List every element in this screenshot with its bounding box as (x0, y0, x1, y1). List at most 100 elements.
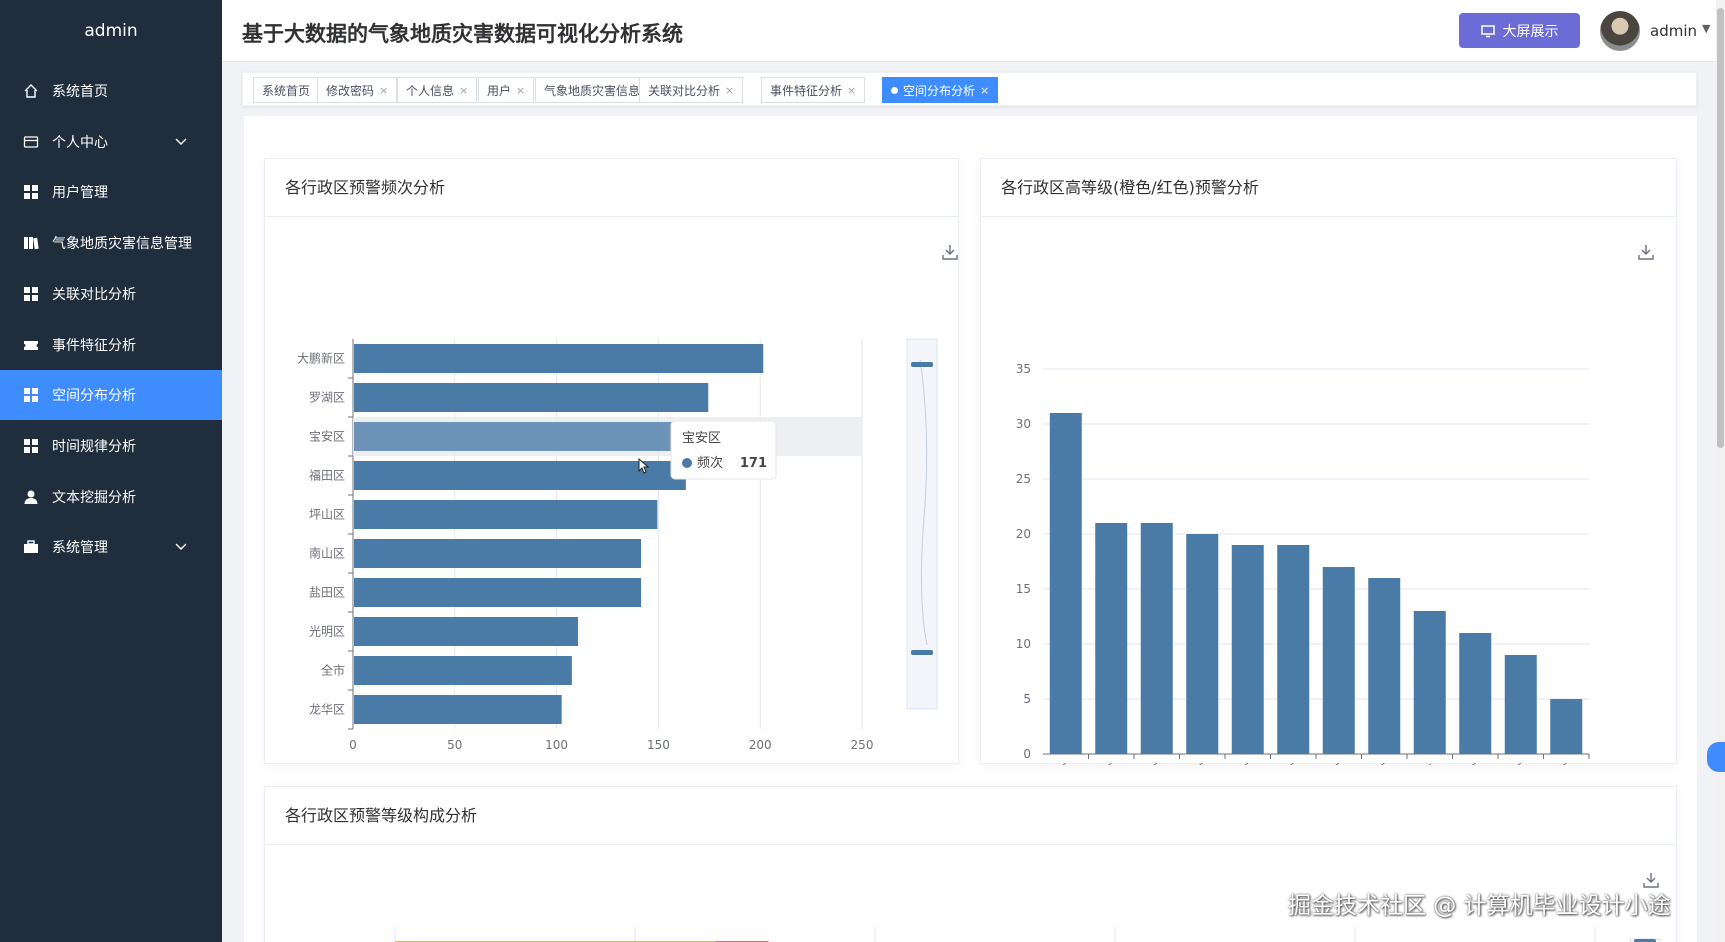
home-icon (22, 82, 40, 100)
tab-1[interactable]: 修改密码 × (317, 77, 398, 103)
bar[interactable] (1413, 611, 1446, 754)
x-tick-label: 龙华区 (1491, 761, 1529, 765)
tab-label: 关联对比分析 (648, 83, 721, 98)
x-tick-label: 坪山区 (1127, 761, 1165, 765)
sidebar-item-0[interactable]: 系统首页 (0, 66, 222, 116)
bar[interactable] (354, 695, 562, 724)
bar[interactable] (354, 617, 578, 646)
sidebar-item-label: 空间分布分析 (52, 388, 136, 405)
y-tick-label: 30 (1016, 417, 1031, 431)
grid-icon (22, 437, 40, 455)
tab-5[interactable]: 关联对比分析 × (639, 77, 744, 103)
sidebar-item-label: 用户管理 (52, 185, 108, 202)
sidebar-item-8[interactable]: 文本挖掘分析 (0, 472, 222, 522)
sidebar-item-2[interactable]: 用户管理 (0, 167, 222, 217)
y-tick-label: 15 (1016, 582, 1031, 596)
freq-bar-chart[interactable]: 0 50 100 150 200 250 大鹏新区罗湖区宝安区福田区坪山区南山区盐田区光明区… (265, 245, 960, 765)
bar[interactable] (354, 344, 764, 373)
tab-0[interactable]: 系统首页 (253, 77, 320, 103)
zoom-handle-bottom[interactable] (911, 650, 933, 655)
bar[interactable] (1231, 545, 1264, 754)
bar[interactable] (354, 383, 709, 412)
bar[interactable] (1049, 413, 1082, 754)
y-tick-label: 0 (1023, 747, 1031, 761)
bar[interactable] (1322, 567, 1355, 754)
close-icon[interactable]: × (516, 84, 525, 97)
bar[interactable] (354, 461, 686, 490)
bar[interactable] (354, 656, 572, 685)
sidebar-item-4[interactable]: 关联对比分析 (0, 269, 222, 319)
y-tick-label: 全市 (321, 663, 345, 678)
tags-bar: 系统首页修改密码 × 个人信息 × 用户 × 气象地质灾害信息 × 关联对比分析 × 事件特征分析 ×… (242, 72, 1697, 106)
sidebar: admin 系统首页 个人中心 用户管理 气象地质灾害信息管理 关联对比分析 事件特征分析… (0, 0, 222, 942)
bar[interactable] (1140, 523, 1173, 754)
bar[interactable] (1277, 545, 1310, 754)
tab-6[interactable]: 事件特征分析 × (761, 77, 866, 103)
big-screen-button[interactable]: 大屏展示 (1459, 13, 1580, 48)
avatar[interactable] (1600, 11, 1640, 51)
bar[interactable] (354, 422, 703, 451)
tab-2[interactable]: 个人信息 × (397, 77, 478, 103)
sidebar-item-9[interactable]: 系统管理 (0, 522, 222, 572)
tab-7[interactable]: 空间分布分析 × (882, 77, 999, 103)
x-tick-label: 深汕合作区 (1425, 760, 1483, 765)
tab-3[interactable]: 用户 × (478, 77, 535, 103)
freq-chart-card: 各行政区预警频次分析 0 50 100 150 200 250 大鹏新区 罗湖区 宝安区 福田区坪… (264, 158, 959, 764)
tooltip-title: 宝安区 (682, 431, 721, 446)
bar[interactable] (354, 578, 642, 607)
close-icon[interactable]: × (725, 84, 734, 97)
sidebar-item-5[interactable]: 事件特征分析 (0, 320, 222, 370)
sidebar-item-7[interactable]: 时间规律分析 (0, 421, 222, 471)
sidebar-item-6[interactable]: 空间分布分析 (0, 370, 222, 421)
zoom-handle-top[interactable] (911, 362, 933, 367)
close-icon[interactable]: × (379, 84, 388, 97)
bar[interactable] (1550, 699, 1583, 754)
caret-down-icon[interactable]: ▼ (1702, 22, 1710, 35)
sidebar-item-3[interactable]: 气象地质灾害信息管理 (0, 218, 222, 268)
tooltip-marker (682, 458, 692, 468)
grid-icon (22, 183, 40, 201)
x-tick-label: 宝安区 (1354, 760, 1392, 765)
sidebar-item-label: 气象地质灾害信息管理 (52, 236, 192, 253)
user-name[interactable]: admin (1650, 22, 1697, 40)
scrollbar-thumb[interactable] (1717, 8, 1724, 448)
x-tick-label: 南山区 (1263, 760, 1301, 765)
x-tick-label: 150 (647, 738, 670, 752)
page-title: 基于大数据的气象地质灾害数据可视化分析系统 (242, 22, 683, 46)
bar[interactable] (1459, 633, 1492, 754)
bar[interactable] (1504, 655, 1537, 754)
tab-label: 用户 (487, 83, 512, 98)
x-tick-label: 100 (545, 738, 568, 752)
book-icon (22, 234, 40, 252)
big-screen-label: 大屏展示 (1502, 23, 1559, 40)
composition-chart-title: 各行政区预警等级构成分析 (265, 787, 1676, 845)
tab-label: 系统首页 (262, 83, 311, 98)
x-tick-label: 福田区 (1172, 760, 1210, 765)
bar[interactable] (1095, 523, 1128, 754)
bar[interactable] (354, 539, 642, 568)
y-tick-label: 盐田区 (309, 586, 345, 600)
header: 基于大数据的气象地质灾害数据可视化分析系统 大屏展示 admin ▼ (222, 0, 1725, 62)
bar[interactable] (354, 500, 658, 529)
sidebar-item-1[interactable]: 个人中心 (0, 117, 222, 167)
tab-label: 空间分布分析 (903, 83, 976, 98)
y-tick-label: 坪山区 (309, 508, 345, 522)
y-tick-label: 罗湖区 (309, 390, 345, 405)
y-tick-label: 大鹏新区 (297, 351, 345, 366)
close-icon[interactable]: × (459, 84, 468, 97)
x-tick-label: 200 (749, 738, 772, 752)
tab-label: 事件特征分析 (770, 83, 843, 98)
watermark: 掘金技术社区 @ 计算机毕业设计小途 (1288, 893, 1671, 919)
bar[interactable] (1186, 534, 1219, 754)
close-icon[interactable]: × (847, 84, 856, 97)
bar[interactable] (1368, 578, 1401, 754)
x-tick-label: 50 (447, 738, 462, 752)
high-level-bar-chart[interactable]: 0 5 10 15 20 25 30 35 大鹏新区 罗湖区 坪山区 福田区 龙岗区 南山区 盐田区 宝安区 全… (981, 245, 1678, 765)
page-scrollbar[interactable] (1716, 0, 1725, 942)
sidebar-item-label: 系统管理 (52, 540, 108, 557)
y-tick-label: 20 (1016, 527, 1031, 541)
x-tick-label: 光明区 (1536, 761, 1574, 765)
y-tick-label: 南山区 (309, 546, 345, 561)
side-toggle-button[interactable] (1707, 742, 1725, 772)
close-icon[interactable]: × (980, 84, 989, 97)
